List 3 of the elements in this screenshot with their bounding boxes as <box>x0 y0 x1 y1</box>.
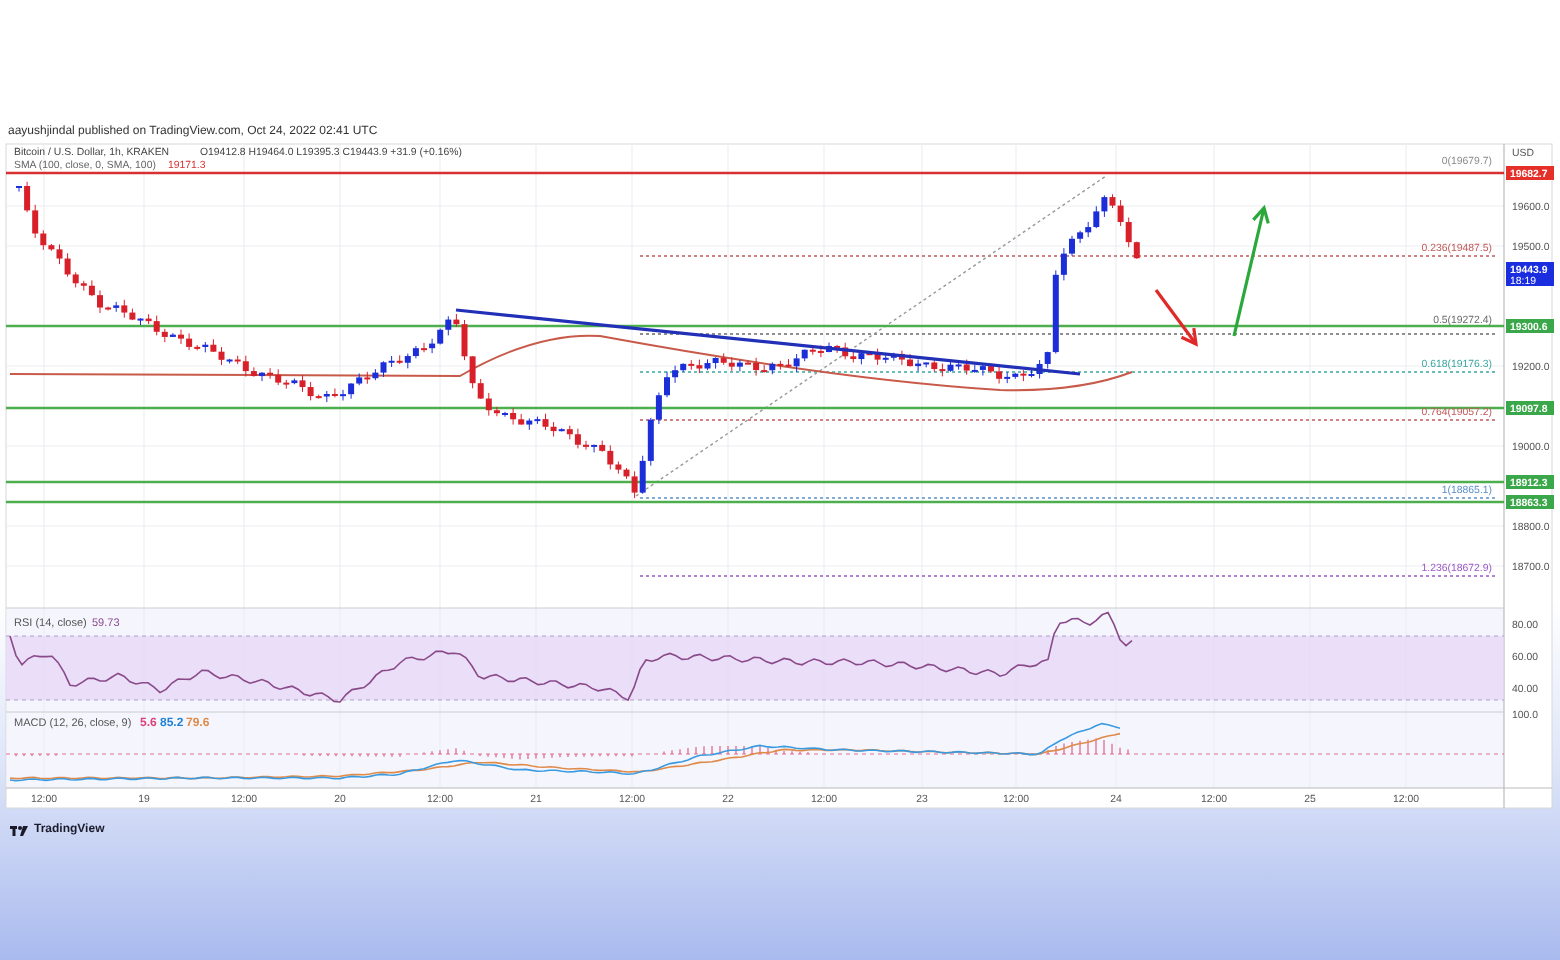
down-arrow <box>1154 289 1198 347</box>
up-arrow <box>1232 204 1270 337</box>
brand-logo-icon <box>10 825 28 835</box>
